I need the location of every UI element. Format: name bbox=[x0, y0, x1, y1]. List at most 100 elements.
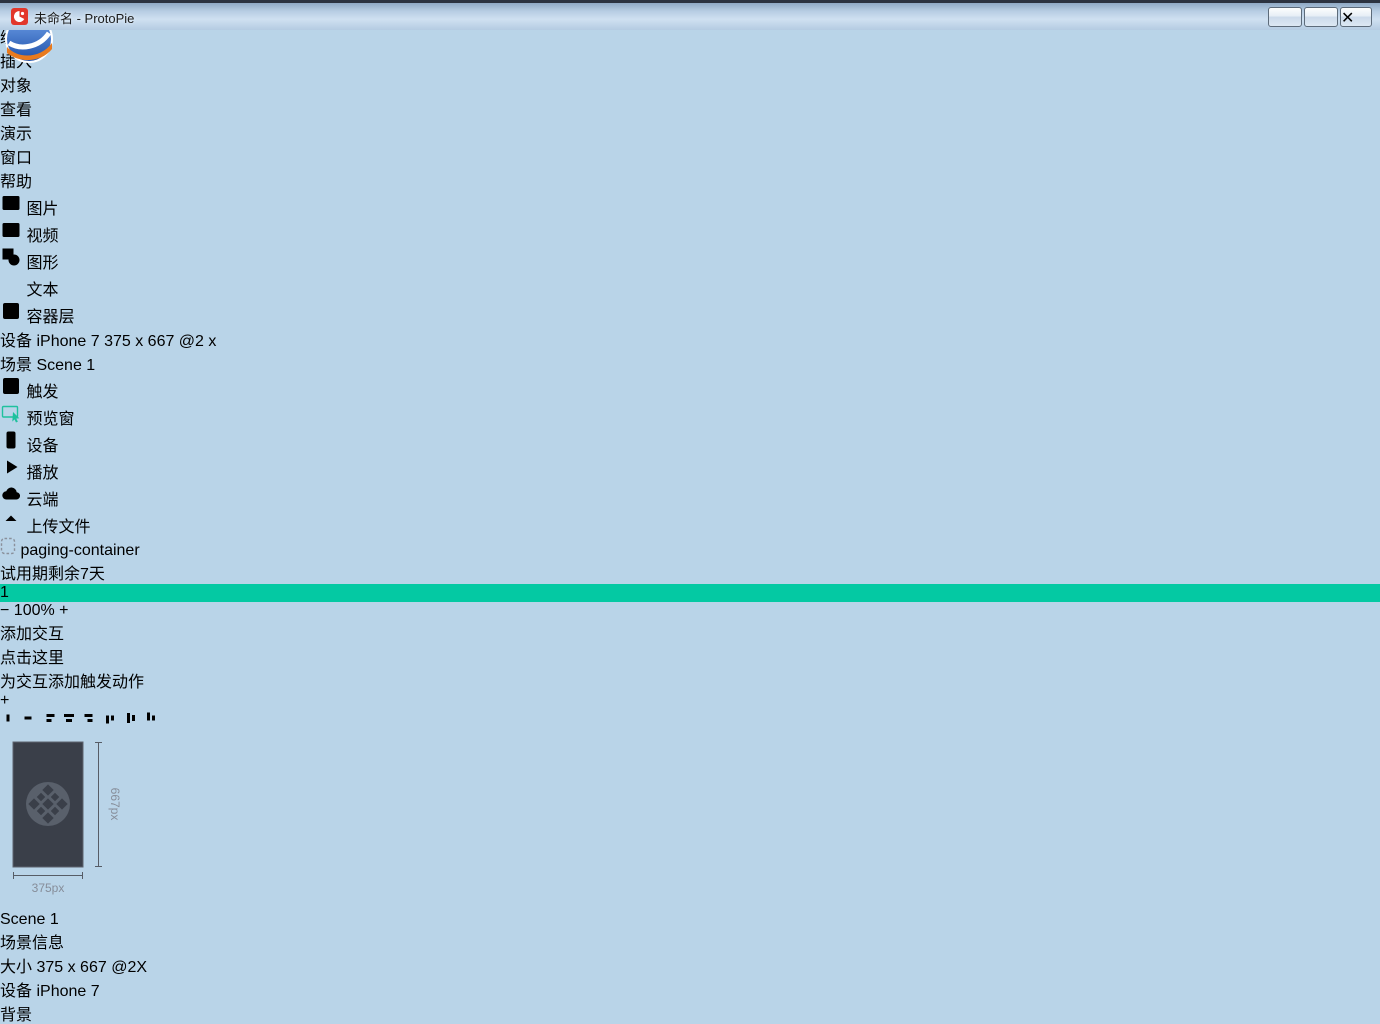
scene-selector[interactable]: 场景 Scene 1 bbox=[0, 351, 1380, 375]
play-icon bbox=[0, 465, 22, 482]
device-row: 设备 iPhone 7 bbox=[0, 977, 1380, 1001]
text-tool-label: 文本 bbox=[26, 282, 58, 299]
close-button[interactable]: ✕ bbox=[1340, 7, 1372, 27]
toolbar-center: 设备 iPhone 7 375 x 667 @2 x 场景 Scene 1 bbox=[0, 327, 1380, 375]
video-icon bbox=[0, 228, 22, 245]
container-tool-label: 容器层 bbox=[26, 309, 74, 326]
scene-pill-value: Scene 1 bbox=[36, 357, 95, 374]
play-label: 播放 bbox=[26, 465, 58, 482]
shape-tool-button[interactable]: 图形 bbox=[0, 246, 1380, 273]
main-toolbar: 图片 视频 图形 文本 容器层 设备 bbox=[0, 192, 1380, 537]
maximize-button[interactable] bbox=[1304, 7, 1338, 27]
cloud-label: 云端 bbox=[26, 492, 58, 509]
protopie-logo-icon bbox=[26, 782, 70, 826]
play-button[interactable]: 播放 bbox=[0, 456, 1380, 483]
scene-artboard[interactable]: 1 bbox=[0, 584, 1380, 602]
scene-thumbnail: 667px 375px bbox=[0, 731, 1380, 911]
shape-tool-label: 图形 bbox=[26, 255, 58, 272]
trigger-icon bbox=[0, 384, 22, 401]
trial-status-bar: 试用期剩余7天 bbox=[0, 560, 1380, 584]
scene-pill-label: 场景 bbox=[0, 357, 32, 374]
insert-tools: 图片 视频 图形 文本 容器层 bbox=[0, 192, 1380, 327]
device-pill-label: 设备 bbox=[0, 333, 32, 350]
preview-window-label: 预览窗 bbox=[26, 411, 74, 428]
menu-preview[interactable]: 演示 bbox=[0, 120, 1380, 144]
preview-window-button[interactable]: 预览窗 bbox=[0, 402, 1380, 429]
cloud-button[interactable]: 云端 bbox=[0, 483, 1380, 510]
close-icon: ✕ bbox=[1341, 8, 1371, 28]
text-icon bbox=[0, 282, 22, 299]
device-label: 设备 bbox=[0, 983, 32, 1000]
zoom-in-button[interactable]: + bbox=[59, 602, 68, 619]
workspace: paging-container 试用期剩余7天 1 − 100% + 添加交互 bbox=[0, 537, 1380, 1024]
align-toolbar bbox=[0, 710, 1380, 731]
upload-file-label: 上传文件 bbox=[26, 519, 90, 536]
image-tool-label: 图片 bbox=[26, 201, 58, 218]
align-middle-vertical-icon[interactable] bbox=[123, 713, 139, 730]
align-center-horizontal-icon[interactable] bbox=[61, 713, 77, 730]
interaction-empty-state: 添加交互 点击这里 为交互添加触发动作 + bbox=[0, 620, 1380, 710]
text-tool-button[interactable]: 文本 bbox=[0, 273, 1380, 300]
align-bottom-icon[interactable] bbox=[143, 713, 159, 730]
layer-item-paging-container[interactable]: paging-container bbox=[0, 537, 1380, 560]
layer-name: paging-container bbox=[20, 542, 139, 559]
container-icon bbox=[0, 309, 22, 326]
protopie-window: 未命名 - ProtoPie ✕ 文件 编辑 插入 对象 查看 演示 窗口 帮助… bbox=[0, 0, 1380, 1024]
size-label: 大小 bbox=[0, 959, 32, 976]
inspector-panel: 667px 375px Scene 1 场景信息 大小 375 x 667 @2… bbox=[0, 710, 1380, 1024]
upload-icon bbox=[0, 519, 22, 536]
zoom-level: 100% bbox=[14, 602, 55, 619]
interaction-title: 添加交互 bbox=[0, 620, 1380, 644]
container-tool-button[interactable]: 容器层 bbox=[0, 300, 1380, 327]
window-controls: ✕ bbox=[1268, 7, 1372, 27]
trigger-button[interactable]: 触发 bbox=[0, 375, 1380, 402]
background-header: 背景 bbox=[0, 1001, 1380, 1024]
container-layer-icon bbox=[0, 542, 20, 559]
zoom-control: − 100% + bbox=[0, 602, 1380, 620]
device-connect-label: 设备 bbox=[26, 438, 58, 455]
interaction-hint: 点击这里 为交互添加触发动作 bbox=[0, 644, 1380, 692]
window-top-edge bbox=[0, 0, 1380, 3]
upload-file-button[interactable]: 上传文件 bbox=[0, 510, 1380, 537]
align-left-icon[interactable] bbox=[41, 713, 57, 730]
layers-panel: paging-container 试用期剩余7天 bbox=[0, 537, 1380, 584]
scene-info-header: 场景信息 bbox=[0, 929, 1380, 953]
image-tool-button[interactable]: 图片 bbox=[0, 192, 1380, 219]
toolbar-actions: 触发 预览窗 设备 播放 云端 上传文件 bbox=[0, 375, 1380, 537]
distribute-vertical-icon[interactable] bbox=[20, 713, 36, 730]
protopie-app-icon bbox=[11, 8, 28, 25]
canvas-viewport[interactable]: 1 − 100% + bbox=[0, 584, 1380, 620]
trigger-label: 触发 bbox=[26, 384, 58, 401]
menu-view[interactable]: 查看 bbox=[0, 96, 1380, 120]
menu-object[interactable]: 对象 bbox=[0, 72, 1380, 96]
cloud-icon bbox=[0, 492, 22, 509]
menu-window[interactable]: 窗口 bbox=[0, 144, 1380, 168]
video-tool-label: 视频 bbox=[26, 228, 58, 245]
page-number-text: 1 bbox=[0, 584, 9, 601]
interaction-hint-line2: 为交互添加触发动作 bbox=[0, 668, 1380, 692]
plus-icon: + bbox=[0, 692, 9, 709]
zoom-out-button[interactable]: − bbox=[0, 602, 9, 619]
add-trigger-button[interactable]: + bbox=[0, 692, 1380, 710]
image-icon bbox=[0, 201, 22, 218]
video-tool-button[interactable]: 视频 bbox=[0, 219, 1380, 246]
menu-help[interactable]: 帮助 bbox=[0, 168, 1380, 192]
device-selector[interactable]: 设备 iPhone 7 375 x 667 @2 x bbox=[0, 327, 1380, 351]
scene-title: Scene 1 bbox=[0, 911, 1380, 929]
trial-status-text: 试用期剩余7天 bbox=[0, 566, 105, 583]
device-pill-value: iPhone 7 375 x 667 @2 x bbox=[36, 333, 216, 350]
interaction-hint-line1: 点击这里 bbox=[0, 644, 1380, 668]
device-icon bbox=[0, 438, 22, 455]
shape-icon bbox=[0, 255, 22, 272]
distribute-horizontal-icon[interactable] bbox=[0, 713, 16, 730]
window-title: 未命名 - ProtoPie bbox=[34, 8, 134, 27]
thumb-width-label: 375px bbox=[32, 881, 65, 895]
interaction-panel: 添加交互 点击这里 为交互添加触发动作 + bbox=[0, 620, 1380, 710]
thumb-height-label: 667px bbox=[108, 788, 122, 821]
minimize-button[interactable] bbox=[1268, 7, 1302, 27]
device-connect-button[interactable]: 设备 bbox=[0, 429, 1380, 456]
menu-insert[interactable]: 插入 bbox=[0, 48, 1380, 72]
title-bar[interactable]: 未命名 - ProtoPie ✕ bbox=[0, 3, 1380, 30]
align-top-icon[interactable] bbox=[102, 713, 118, 730]
align-right-icon[interactable] bbox=[82, 713, 98, 730]
